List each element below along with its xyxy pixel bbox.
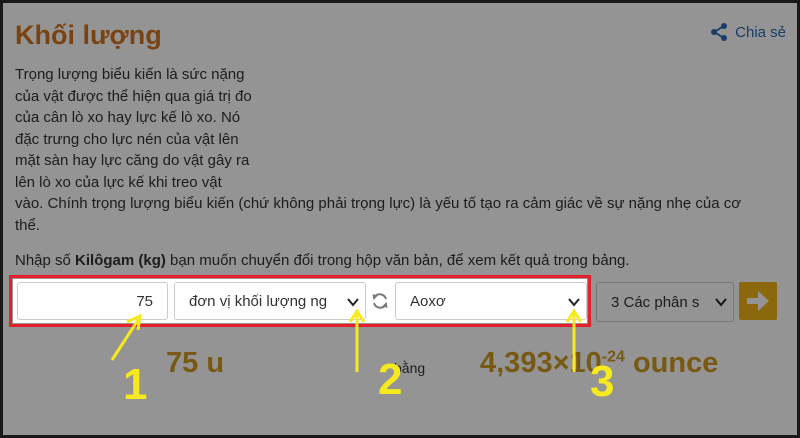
arrow-marker-2	[348, 308, 366, 372]
arrow-marker-3	[565, 308, 583, 372]
arrow-marker-1	[110, 313, 142, 361]
step-marker-2: 2	[378, 355, 403, 404]
step-marker-1: 1	[123, 360, 148, 409]
step-marker-3: 3	[590, 357, 615, 406]
